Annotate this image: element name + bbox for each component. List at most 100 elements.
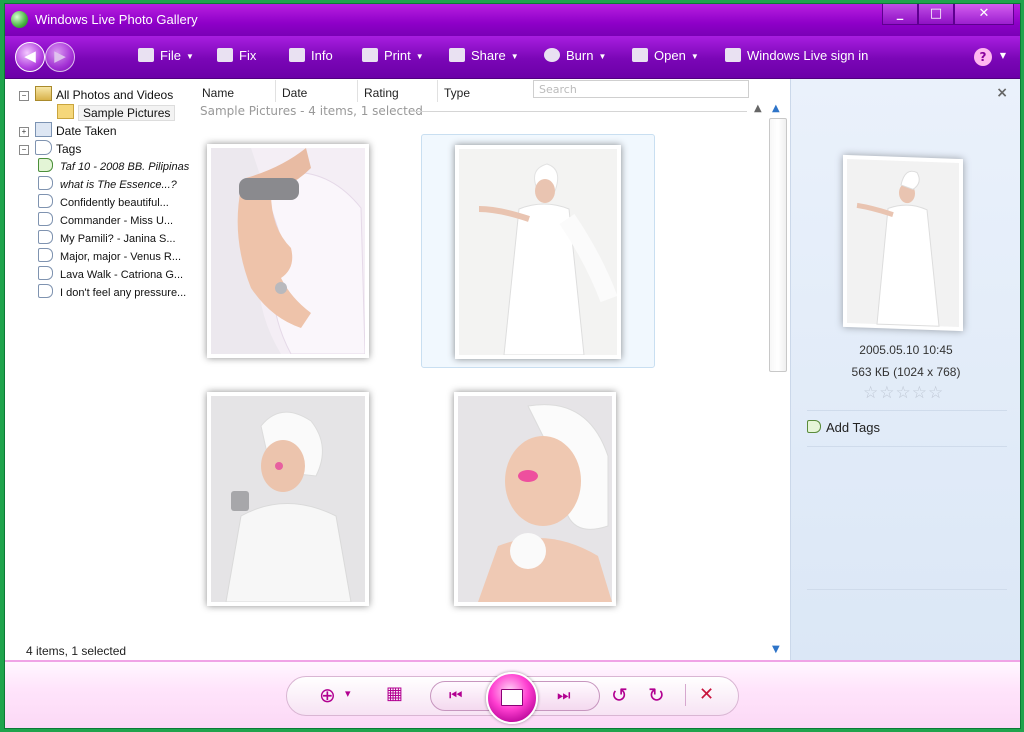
scroll-up-arrow[interactable]: ▲ [772, 103, 780, 114]
column-name[interactable]: Name [196, 80, 276, 102]
add-tag-icon [807, 420, 821, 433]
tag-item[interactable]: Taf 10 - 2008 BB. Pilipinas [38, 158, 189, 173]
tree-item-sample-pictures[interactable]: Sample Pictures [57, 104, 176, 121]
tree-item-all-photos[interactable]: − All Photos and Videos [19, 86, 173, 103]
tag-icon [38, 248, 53, 262]
disc-icon [544, 48, 560, 62]
rotate-left-button[interactable]: ↺ [611, 683, 628, 707]
file-menu[interactable]: File ▼ [138, 48, 194, 63]
share-menu[interactable]: Share ▼ [449, 48, 519, 63]
scrollbar-thumb[interactable] [769, 118, 787, 372]
tag-icon [35, 140, 52, 155]
tag-item[interactable]: Lava Walk - Catriona G... [38, 266, 183, 281]
scroll-down-arrow[interactable]: ▼ [772, 644, 780, 655]
title-bar: Windows Live Photo Gallery _ □ ✕ [5, 4, 1020, 36]
fix-button[interactable]: Fix [217, 48, 256, 63]
group-header: Sample Pictures - 4 items, 1 selected [200, 104, 760, 118]
rating-stars[interactable]: ☆☆☆☆☆ [863, 383, 944, 403]
zoom-dropdown-icon[interactable]: ▾ [345, 687, 351, 700]
help-dropdown-icon[interactable]: ▼ [1000, 51, 1006, 60]
app-logo-icon [11, 11, 28, 28]
windows-live-signin-button[interactable]: Windows Live sign in [725, 48, 868, 63]
photo-white-dress [459, 149, 617, 355]
divider [807, 589, 1007, 590]
burn-menu[interactable]: Burn ▼ [544, 48, 606, 63]
photos-library-icon [35, 86, 52, 101]
collapse-icon[interactable]: − [19, 91, 29, 101]
delete-button[interactable]: ✕ [699, 684, 714, 705]
navigation-tree: − All Photos and Videos Sample Pictures +… [5, 79, 195, 659]
tag-icon [38, 230, 53, 244]
tag-icon [38, 176, 53, 190]
tag-item[interactable]: My Pamili? - Janina S... [38, 230, 176, 245]
selected-photo-frame[interactable] [421, 134, 655, 368]
photo-size: 563 КБ (1024 x 768) [851, 365, 961, 379]
details-pane: × 2005.05.10 10:45 563 КБ (1024 x 768) ☆… [790, 79, 1020, 661]
print-menu[interactable]: Print ▼ [362, 48, 424, 63]
playback-controls: ⊕ ▾ ▦ ⏮ ⏭ ↺ ↻ ✕ [5, 660, 1020, 728]
divider [807, 446, 1007, 447]
column-rating[interactable]: Rating [358, 80, 438, 102]
share-icon [449, 48, 465, 62]
divider [685, 684, 686, 706]
open-menu[interactable]: Open ▼ [632, 48, 699, 63]
tag-icon [38, 266, 53, 280]
preview-photo [847, 159, 959, 327]
tree-item-date-taken[interactable]: + Date Taken [19, 122, 117, 139]
open-icon [632, 48, 648, 62]
column-type[interactable]: Type [438, 80, 532, 102]
slideshow-button[interactable] [486, 672, 538, 724]
fix-icon [217, 48, 233, 62]
info-tag-icon [289, 48, 305, 62]
add-tags-button[interactable]: Add Tags [807, 420, 880, 435]
photo-thumbnail[interactable] [207, 144, 369, 358]
tag-icon [38, 284, 53, 298]
collapse-group-icon[interactable]: ▲ [754, 103, 762, 114]
group-divider [412, 111, 747, 112]
tree-item-tags[interactable]: − Tags [19, 140, 81, 157]
collapse-icon[interactable]: − [19, 145, 29, 155]
back-button[interactable]: ◀ [15, 42, 45, 72]
tag-item[interactable]: Major, major - Venus R... [38, 248, 181, 263]
tag-item[interactable]: Commander - Miss U... [38, 212, 173, 227]
preview-thumbnail [843, 154, 963, 332]
zoom-icon[interactable]: ⊕ [319, 683, 336, 707]
column-header: Name Date Rating Type [196, 80, 532, 102]
expand-icon[interactable]: + [19, 127, 29, 137]
info-button[interactable]: Info [289, 48, 333, 63]
tag-item[interactable]: Confidently beautiful... [38, 194, 169, 209]
photo-thumbnail-selected[interactable] [455, 145, 621, 359]
photo-thumbnail[interactable] [454, 392, 616, 606]
photo-date: 2005.05.10 10:45 [859, 343, 953, 357]
window-title: Windows Live Photo Gallery [35, 12, 198, 27]
photo-hands-lace [211, 148, 365, 354]
column-date[interactable]: Date [276, 80, 358, 102]
status-text: 4 items, 1 selected [26, 644, 127, 658]
photo-thumbnail[interactable] [207, 392, 369, 606]
close-button[interactable]: ✕ [954, 4, 1014, 25]
thumbnail-grid-icon[interactable]: ▦ [386, 683, 403, 704]
search-input[interactable]: Search [533, 80, 749, 98]
next-button[interactable]: ⏭ [557, 686, 571, 704]
help-button[interactable]: ? [974, 48, 992, 66]
tag-icon [38, 212, 53, 226]
calendar-icon [35, 122, 52, 137]
tag-item[interactable]: I don't feel any pressure... [38, 284, 186, 299]
maximize-button[interactable]: □ [918, 4, 954, 25]
tag-icon [38, 194, 53, 208]
slideshow-icon [501, 689, 523, 706]
forward-button[interactable]: ▶ [45, 42, 75, 72]
app-window: Windows Live Photo Gallery _ □ ✕ ◀ ▶ Fil… [4, 3, 1021, 729]
file-icon [138, 48, 154, 62]
rotate-right-button[interactable]: ↻ [648, 683, 665, 707]
printer-icon [362, 48, 378, 62]
tag-item[interactable]: what is The Essence...? [38, 176, 177, 191]
divider [807, 410, 1007, 411]
photo-turban-portrait [211, 396, 365, 602]
previous-button[interactable]: ⏮ [449, 686, 463, 704]
windows-live-icon [725, 48, 741, 62]
close-pane-icon[interactable]: × [996, 85, 1008, 101]
minimize-button[interactable]: _ [882, 4, 918, 25]
toolbar: ◀ ▶ File ▼ Fix Info Print ▼ Share ▼ Burn ▼ O… [5, 36, 1020, 79]
folder-icon [57, 104, 74, 119]
